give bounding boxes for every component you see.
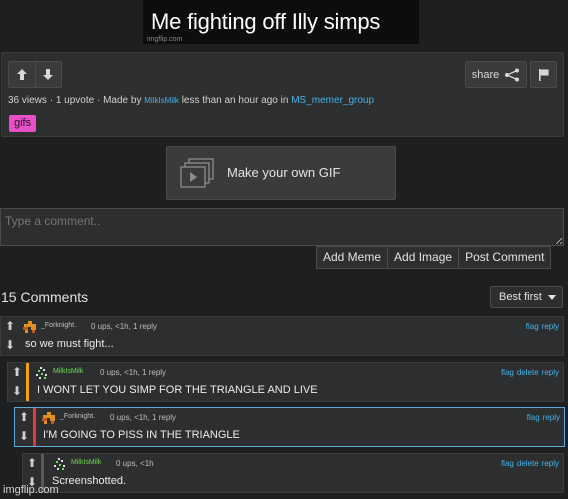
- stream-link[interactable]: MS_memer_group: [291, 95, 374, 106]
- gif-stack-icon: [180, 158, 214, 188]
- comment-actions: flag delete reply: [498, 368, 559, 377]
- flag-link[interactable]: flag: [501, 459, 514, 468]
- comment-item: ⬆ ⬇ MilkIsMilk 0 ups, <1h, 1 reply flag d…: [7, 362, 564, 402]
- avatar: [36, 367, 47, 379]
- comment-depth-bar: [19, 317, 22, 355]
- sort-dropdown[interactable]: Best first: [490, 286, 563, 308]
- comment-upvote-icon[interactable]: ⬆: [15, 408, 33, 427]
- comment-username[interactable]: MilkIsMilk: [71, 459, 101, 466]
- avatar: [23, 321, 36, 333]
- comment-item: ⬆ ⬇ _Forknight. 0 ups, <1h, 1 reply flag…: [0, 316, 564, 356]
- avatar: [54, 458, 65, 470]
- comment-depth-bar: [26, 363, 29, 401]
- post-comment-button[interactable]: Post Comment: [458, 247, 550, 268]
- comment-username[interactable]: MilkIsMilk: [53, 368, 83, 375]
- arrow-down-icon: [43, 69, 54, 80]
- comment-vote-column: ⬆ ⬇: [8, 363, 26, 401]
- comment-input[interactable]: [0, 208, 564, 246]
- comment-vote-column: ⬆ ⬇: [1, 317, 19, 355]
- post-meta-line: 36 views · 1 upvote · Made by MilkIsMilk…: [8, 95, 375, 106]
- comment-downvote-icon[interactable]: ⬇: [1, 336, 19, 355]
- comment-text: I'M GOING TO PISS IN THE TRIANGLE: [43, 429, 240, 441]
- comment-meta: 0 ups, <1h, 1 reply: [100, 368, 167, 377]
- comment-downvote-icon[interactable]: ⬇: [15, 427, 33, 446]
- comment-meta: 0 ups, <1h: [116, 459, 154, 468]
- flag-link[interactable]: flag: [527, 413, 540, 422]
- sort-value: Best first: [499, 291, 542, 303]
- comment-meta: 0 ups, <1h, 1 reply: [110, 413, 177, 422]
- comment-username[interactable]: _Forknight.: [60, 413, 95, 420]
- upvote-count: 1 upvote: [55, 95, 95, 106]
- make-gif-label: Make your own GIF: [227, 165, 341, 180]
- make-gif-button[interactable]: Make your own GIF: [166, 146, 396, 200]
- add-image-button[interactable]: Add Image: [387, 247, 458, 268]
- flag-link[interactable]: flag: [501, 368, 514, 377]
- comment-count: 15 Comments: [1, 289, 89, 305]
- comment-username[interactable]: _Forknight.: [41, 322, 76, 329]
- reply-link[interactable]: reply: [542, 368, 559, 377]
- comment-vote-column: ⬆ ⬇: [15, 408, 33, 446]
- vote-buttons: [8, 61, 62, 88]
- share-button[interactable]: share: [465, 61, 527, 88]
- add-meme-button[interactable]: Add Meme: [317, 247, 387, 268]
- delete-link[interactable]: delete: [517, 459, 539, 468]
- comment-upvote-icon[interactable]: ⬆: [1, 317, 19, 336]
- share-icon: [505, 68, 520, 81]
- comment-actions: flag reply: [523, 322, 559, 331]
- comment-upvote-icon[interactable]: ⬆: [23, 454, 41, 473]
- comment-text: I WONT LET YOU SIMP FOR THE TRIANGLE AND…: [37, 384, 318, 396]
- avatar: [42, 412, 55, 424]
- comment-upvote-icon[interactable]: ⬆: [8, 363, 26, 382]
- tag-gifs[interactable]: gifs: [9, 115, 37, 132]
- gif-watermark: imgflip.com: [147, 36, 183, 43]
- reply-link[interactable]: reply: [542, 322, 559, 331]
- comment-text: Screenshotted.: [52, 475, 126, 487]
- caret-down-icon: [548, 295, 556, 300]
- comment-text: so we must fight...: [25, 338, 114, 350]
- delete-link[interactable]: delete: [517, 368, 539, 377]
- comment-item: ⬆ ⬇ MilkIsMilk 0 ups, <1h flag delete repl…: [22, 453, 564, 493]
- reply-link[interactable]: reply: [543, 413, 560, 422]
- comment-meta: 0 ups, <1h, 1 reply: [91, 322, 158, 331]
- composer-actions: Add Meme Add Image Post Comment: [316, 246, 552, 269]
- imgflip-watermark: imgflip.com: [3, 484, 59, 496]
- flag-link[interactable]: flag: [526, 322, 539, 331]
- comment-downvote-icon[interactable]: ⬇: [8, 382, 26, 401]
- view-count: 36 views: [8, 95, 47, 106]
- gif-caption: Me fighting off Illy simps: [151, 9, 381, 34]
- downvote-button[interactable]: [34, 62, 61, 87]
- comment-item-highlighted: ⬆ ⬇ _Forknight. 0 ups, <1h, 1 reply flag…: [14, 407, 565, 447]
- post-meta-panel: share 36 views · 1 upvote · Made by Milk…: [1, 52, 564, 137]
- meme-gif[interactable]: Me fighting off Illy simps imgflip.com: [143, 0, 419, 44]
- arrow-up-icon: [16, 69, 27, 80]
- flag-button[interactable]: [530, 61, 557, 88]
- comment-actions: flag delete reply: [498, 459, 559, 468]
- reply-link[interactable]: reply: [542, 459, 559, 468]
- author-link[interactable]: MilkIsMilk: [144, 96, 179, 105]
- comment-actions: flag reply: [524, 413, 560, 422]
- flag-icon: [538, 68, 549, 81]
- upvote-button[interactable]: [9, 62, 35, 87]
- comment-depth-bar: [33, 408, 36, 446]
- share-label: share: [471, 68, 500, 81]
